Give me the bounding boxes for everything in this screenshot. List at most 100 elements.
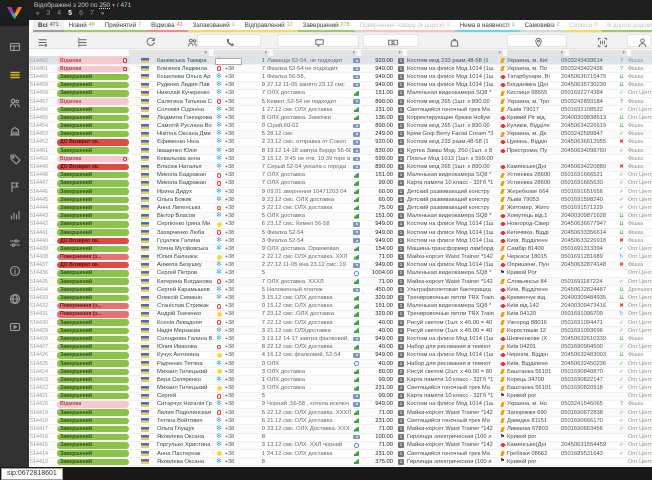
status-badge: Завершений [57,426,129,432]
client-name: Захарченко Люба [157,229,213,237]
tracking-status-icon: ✓ [617,179,626,187]
quantity-icon: 1 [398,385,404,391]
sidebar-item-products[interactable] [6,152,24,166]
address-filter[interactable]: ▾ [507,50,565,56]
page-button[interactable]: 6 [79,10,83,17]
shipping-icon [500,149,506,153]
status-badge: Завершений [57,188,129,194]
address-cell: Кислиця 68655 [507,89,561,97]
call-count: 5 [255,229,267,237]
carrier-icon [216,458,221,466]
sidebar-item-integrations[interactable] [6,292,24,306]
client-name: Салегина Татьяна С [157,98,213,106]
ukraine-flag-icon [141,181,149,186]
client-name: Горгулько Христина [157,441,213,449]
ukraine-flag-icon [141,271,149,276]
status-tab[interactable]: Всі 471 [33,20,64,32]
ukraine-flag-icon [141,296,149,301]
tracking-number: 20450634220880 [561,163,617,171]
status-label: Завершений [60,278,92,284]
product-cell: Куртка Замш Мод. 250 (1шт. х 8 [407,147,498,155]
status-tab[interactable]: Сервіси 0 [565,20,603,32]
order-id: 514431 [29,310,57,318]
source-cell: Опт Центр [626,278,652,286]
order-id: 514444 [29,204,57,212]
call-count: 5 [255,409,267,417]
status-tab[interactable]: Прийнятий 7 [100,20,146,32]
phone-number: +38 [225,212,255,220]
carrier-icon [217,230,222,235]
sidebar-item-orders[interactable] [6,68,24,82]
payment-icon [354,115,360,120]
status-tab[interactable]: Нема в наявності 1 [455,20,520,32]
tracking-status-icon: ✓ [617,376,626,384]
ukraine-flag-icon [141,394,149,399]
last-page-button[interactable]: » [101,11,104,17]
manager-filter[interactable]: ▾ [631,50,652,56]
status-tab[interactable]: Відправлений 12 [240,20,298,32]
phone-number: +38 [225,65,255,73]
tracking-filter[interactable]: ▾ [569,50,627,56]
shipping-icon [500,181,504,186]
tracking-status-icon: ✓ [617,188,626,196]
client-name: Радченко Тетяна [157,360,213,368]
tracking-number: 20450634226619 [561,122,617,130]
product-cell: Майка-корсет Waist Trainer *142 [407,425,498,433]
status-tab[interactable]: Відмова 42 [146,20,187,32]
sidebar-item-reports[interactable] [6,208,24,222]
page-button[interactable]: 4 [57,10,61,17]
page-button[interactable]: 7 [90,10,94,17]
order-id: 514414 [29,450,57,458]
page-size-select[interactable]: 250 [99,2,110,9]
sidebar-item-campaigns[interactable] [6,180,24,194]
tracking-number: 20400309473416 [561,302,617,310]
status-tab[interactable]: Новий 48 [64,20,100,32]
sidebar-item-settings[interactable] [6,236,24,250]
payment-icon [354,361,359,366]
status-tab[interactable]: Завершений 278 [298,20,355,32]
tracking-status-icon: ✓ [617,368,626,376]
main-panel: Відображені з 200 по 250 ▾ / 471 « 34567… [29,0,652,467]
tracking-status-icon: ⇊ [617,122,626,130]
status-tab[interactable]: Самовивіз 2 [520,20,565,32]
tracking-status-icon: ✓ [617,425,626,433]
shipping-icon [500,189,504,194]
sidebar-item-video[interactable] [6,320,24,334]
price-filter[interactable]: ▾ [361,50,403,56]
product-filter[interactable]: ▾ [407,50,503,56]
sidebar-item-companies[interactable] [6,124,24,138]
payment-icon [354,197,360,202]
table-row[interactable]: 514413 Завершений Яковлева Оксана +38 8 … [29,458,652,466]
sidebar-item-dashboard[interactable] [6,40,24,54]
page-button[interactable]: 3 [46,10,50,17]
order-id: 514422 [29,384,57,392]
status-tab[interactable]: Повернення товару (в дорозі) 0 [355,20,455,32]
tab-count: 471 [50,22,59,28]
order-total: 231.00 [362,417,395,425]
page-button[interactable]: 5 [68,10,72,17]
comment-cell: Фиалка 56-58, [267,73,351,81]
comment-filter[interactable]: ▾ [273,50,357,56]
phone-number: +38 [225,147,255,155]
comment-cell: 22.12 смс ОЛХ доставка. ХХХЛ [267,409,351,417]
sidebar-item-clients[interactable] [6,96,24,110]
name-filter[interactable]: ▾ [129,50,209,56]
app-logo[interactable] [0,0,29,26]
first-page-button[interactable]: « [36,11,39,17]
sidebar-item-info[interactable] [6,264,24,278]
carrier-icon [217,255,222,260]
payment-icon [354,91,360,96]
order-total: 71.00 [362,409,395,417]
source-cell: Опт Центр [626,269,652,277]
status-tab[interactable]: В дорозі додому 0 [602,20,652,32]
phone-filter[interactable]: ▾ [213,50,269,56]
carrier-icon [216,196,221,204]
ukraine-flag-icon [141,156,149,161]
phone-number: +38 [225,278,255,286]
inline-edit-input[interactable] [215,58,242,65]
status-tab[interactable]: Запакований 1 [188,20,240,32]
quantity-icon: 1 [398,164,404,170]
order-total: 1004.00 [362,269,395,277]
carrier-icon [216,73,221,81]
source-cell: Опт Центр [626,319,652,327]
